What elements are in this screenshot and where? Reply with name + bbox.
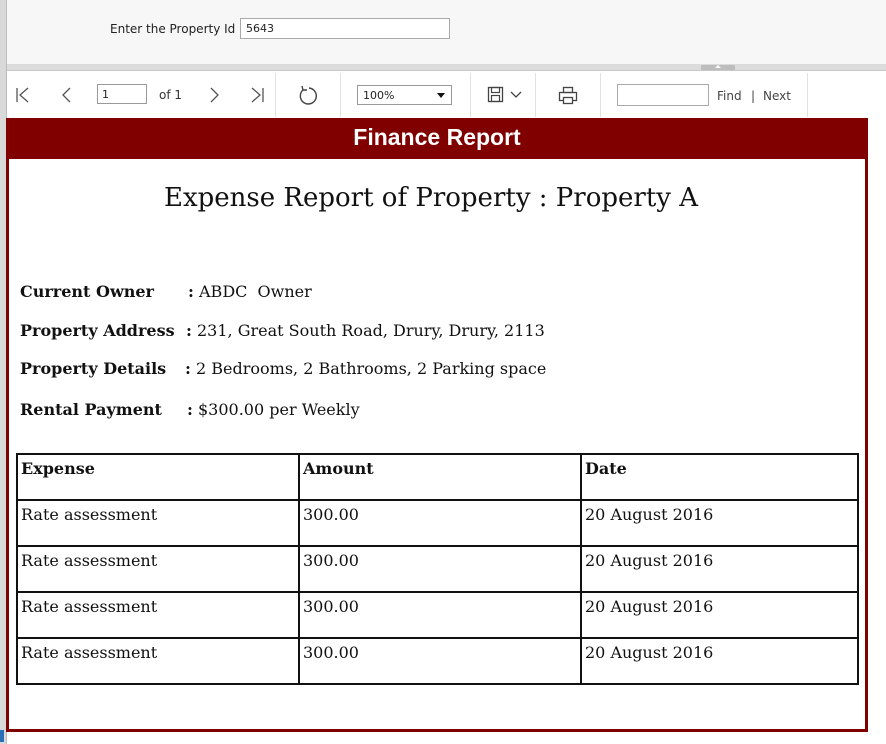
refresh-icon[interactable]	[297, 85, 318, 105]
header-expense: Expense	[16, 453, 300, 501]
date-cell: 20 August 2016	[580, 545, 859, 593]
zoom-value: 100%	[363, 89, 395, 102]
table-header-row: Expense Amount Date	[16, 453, 859, 501]
table-row: Rate assessment 300.00 20 August 2016	[16, 545, 859, 593]
date-cell: 20 August 2016	[580, 637, 859, 685]
collapse-parameters-handle[interactable]	[701, 65, 735, 70]
rental-payment-label: Rental Payment	[20, 400, 162, 419]
toolbar-separator	[600, 73, 601, 117]
report-banner-title: Finance Report	[353, 124, 521, 150]
find-link[interactable]: Find	[717, 89, 742, 103]
zoom-select[interactable]: 100%	[357, 85, 452, 105]
expense-cell: Rate assessment	[16, 637, 300, 685]
table-row: Rate assessment 300.00 20 August 2016	[16, 591, 859, 639]
report-banner: Finance Report	[6, 118, 868, 159]
expense-cell: Rate assessment	[16, 499, 300, 547]
report-toolbar: of 1 100% Find | Next	[7, 71, 886, 118]
toolbar-separator	[470, 73, 471, 117]
date-cell: 20 August 2016	[580, 591, 859, 639]
previous-page-icon[interactable]	[57, 85, 77, 105]
property-id-label: Enter the Property Id	[110, 22, 236, 36]
report-title: Expense Report of Property : Property A	[163, 183, 699, 213]
property-address-label: Property Address	[20, 321, 175, 340]
table-row: Rate assessment 300.00 20 August 2016	[16, 637, 859, 685]
find-separator: |	[751, 89, 756, 103]
page-count-label: of 1	[159, 88, 183, 102]
expense-cell: Rate assessment	[16, 591, 300, 639]
taskbar-accent	[0, 730, 4, 742]
property-address-text: 231, Great South Road, Drury, Drury, 211…	[197, 321, 545, 340]
current-owner-text: ABDC Owner	[199, 282, 312, 301]
table-row: Rate assessment 300.00 20 August 2016	[16, 499, 859, 547]
find-input[interactable]	[617, 84, 709, 106]
expense-cell: Rate assessment	[16, 545, 300, 593]
toolbar-separator	[535, 73, 536, 117]
page-number-input[interactable]	[97, 84, 147, 104]
last-page-icon[interactable]	[247, 85, 267, 105]
first-page-icon[interactable]	[13, 85, 33, 105]
header-date: Date	[580, 453, 859, 501]
zoom-dropdown-arrow-icon	[437, 93, 445, 98]
rental-payment-value: : $300.00 per Weekly	[187, 400, 360, 419]
expense-table: Expense Amount Date Rate assessment 300.…	[16, 453, 859, 685]
save-export-icon[interactable]	[487, 85, 527, 105]
rental-payment-text: $300.00 per Weekly	[198, 400, 360, 419]
parameter-splitter[interactable]	[7, 64, 886, 71]
header-amount: Amount	[298, 453, 582, 501]
current-owner-label: Current Owner	[20, 282, 154, 301]
property-details-label: Property Details	[20, 359, 167, 378]
amount-cell: 300.00	[298, 591, 582, 639]
find-next-link[interactable]: Next	[763, 89, 791, 103]
amount-cell: 300.00	[298, 545, 582, 593]
amount-cell: 300.00	[298, 499, 582, 547]
current-owner-value: : ABDC Owner	[188, 282, 312, 301]
toolbar-separator	[275, 73, 276, 117]
amount-cell: 300.00	[298, 637, 582, 685]
date-cell: 20 August 2016	[580, 499, 859, 547]
toolbar-separator	[807, 73, 808, 117]
print-icon[interactable]	[557, 85, 578, 105]
property-id-input[interactable]	[240, 18, 450, 39]
property-details-text: 2 Bedrooms, 2 Bathrooms, 2 Parking space	[196, 359, 547, 378]
parameter-area: Enter the Property Id	[7, 0, 886, 65]
property-details-value: : 2 Bedrooms, 2 Bathrooms, 2 Parking spa…	[185, 359, 547, 378]
toolbar-separator	[340, 73, 341, 117]
next-page-icon[interactable]	[204, 85, 224, 105]
property-address-value: : 231, Great South Road, Drury, Drury, 2…	[186, 321, 545, 340]
